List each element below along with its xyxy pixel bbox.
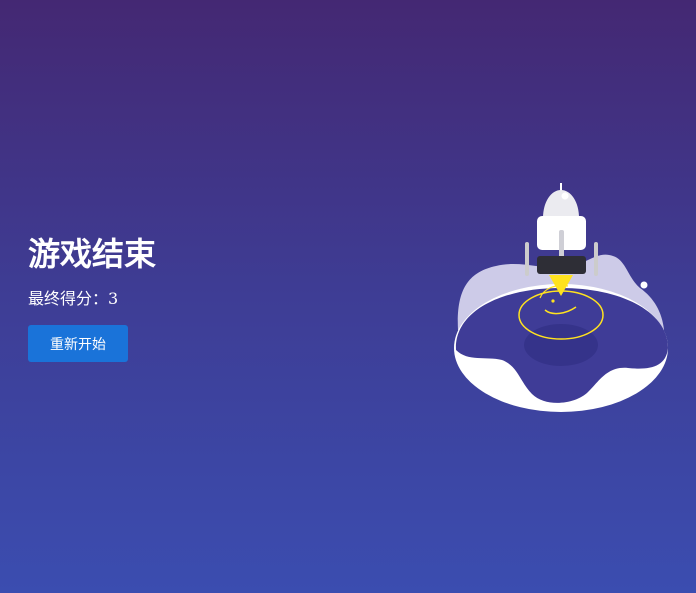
game-over-panel: 游戏结束 最终得分：3 重新开始 xyxy=(28,233,156,362)
final-score-label: 最终得分： xyxy=(28,289,109,308)
star-icon xyxy=(640,281,648,289)
rocket-illustration xyxy=(448,180,678,420)
ring-dot xyxy=(551,299,555,303)
rocket-leg-left xyxy=(525,242,529,276)
rocket-engine xyxy=(537,256,586,274)
game-over-title: 游戏结束 xyxy=(28,235,157,273)
rocket-capsule xyxy=(543,190,579,218)
restart-button[interactable]: 重新开始 xyxy=(28,325,128,362)
rocket-planet-svg xyxy=(454,183,668,412)
crater xyxy=(524,324,598,366)
rocket-window xyxy=(561,192,569,200)
final-score-value: 3 xyxy=(108,289,119,308)
rocket-leg-right xyxy=(594,242,598,276)
final-score: 最终得分：3 xyxy=(28,289,156,309)
